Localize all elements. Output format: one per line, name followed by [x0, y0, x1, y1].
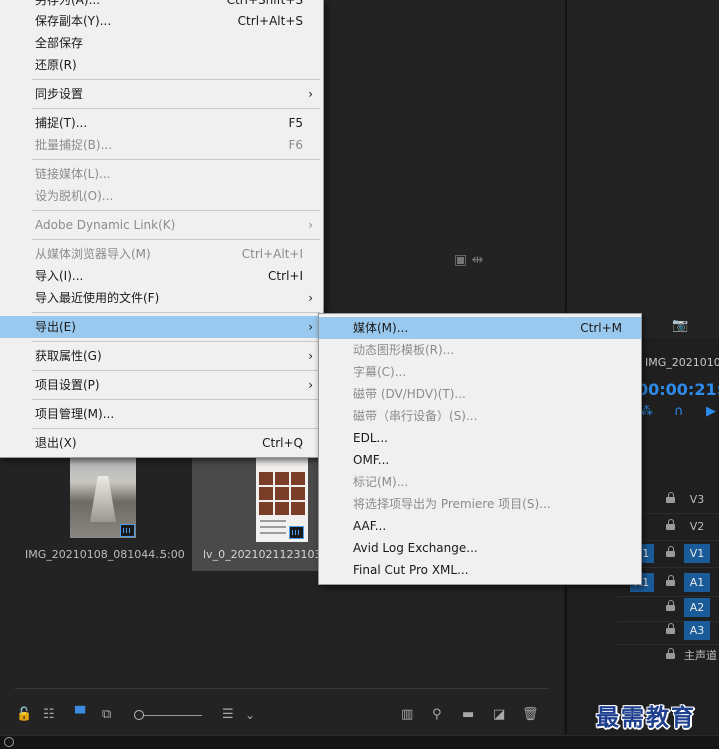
menu-item-export-avid-log[interactable]: Avid Log Exchange...	[319, 537, 641, 559]
chevron-right-icon: ›	[308, 291, 313, 305]
trash-icon[interactable]: 🗑	[522, 704, 539, 726]
zoom-slider-handle[interactable]	[134, 710, 144, 720]
menu-item-exit[interactable]: 退出(X) Ctrl+Q	[0, 432, 323, 454]
source-monitor-tools[interactable]: ▣ ⇹	[454, 252, 483, 268]
chevron-right-icon: ›	[308, 378, 313, 392]
list-view-icon[interactable]: ☷	[43, 704, 55, 726]
lock-icon[interactable]	[666, 519, 676, 531]
lock-icon[interactable]	[666, 648, 676, 660]
track-row: A3	[618, 617, 719, 645]
menu-item-project-manager[interactable]: 项目管理(M)...	[0, 403, 323, 425]
video-clip-icon	[120, 524, 135, 537]
panel-divider	[15, 688, 549, 689]
icon-view-icon[interactable]: ▀	[75, 704, 85, 726]
menu-item-save-copy[interactable]: 保存副本(Y)... Ctrl+Alt+S	[0, 10, 323, 32]
sequence-title: IMG_20210108	[645, 356, 719, 369]
program-monitor-video-area	[567, 0, 719, 338]
menu-item-export-edl[interactable]: EDL...	[319, 427, 641, 449]
new-item-icon[interactable]: ◪	[493, 704, 505, 726]
search-icon[interactable]: ⚲	[432, 704, 442, 726]
export-frame-camera-icon[interactable]: 📷	[672, 318, 688, 333]
menu-item-import-recent[interactable]: 导入最近使用的文件(F) ›	[0, 287, 323, 309]
menu-item-make-offline[interactable]: 设为脱机(O)...	[0, 185, 323, 207]
chevron-right-icon: ›	[308, 349, 313, 363]
track-name[interactable]: A1	[684, 573, 710, 592]
menu-item-dynamic-link[interactable]: Adobe Dynamic Link(K) ›	[0, 214, 323, 236]
menu-separator	[32, 370, 320, 371]
menu-item-get-properties[interactable]: 获取属性(G) ›	[0, 345, 323, 367]
track-name[interactable]: A3	[684, 621, 710, 640]
menu-separator	[32, 239, 320, 240]
menu-item-export-media[interactable]: 媒体(M)... Ctrl+M	[319, 317, 641, 339]
sort-icon[interactable]: ☰	[222, 704, 234, 726]
menu-item-import[interactable]: 导入(I)... Ctrl+I	[0, 265, 323, 287]
master-track-name[interactable]: 主声道	[684, 646, 719, 665]
playhead-timecode[interactable]: 00:00:21:05	[637, 380, 719, 399]
lock-icon[interactable]	[666, 623, 676, 635]
chevron-right-icon: ›	[308, 320, 313, 334]
file-menu: 另存为(A)... Ctrl+Shift+S 保存副本(Y)... Ctrl+A…	[0, 0, 324, 458]
freeform-view-icon[interactable]: ⧉	[102, 704, 111, 726]
menu-item-export-tape-serial[interactable]: 磁带（串行设备）(S)...	[319, 405, 641, 427]
menu-item-export-omf[interactable]: OMF...	[319, 449, 641, 471]
track-name[interactable]: V3	[684, 490, 710, 509]
track-name[interactable]: V2	[684, 517, 710, 536]
menu-item-sync-settings[interactable]: 同步设置 ›	[0, 83, 323, 105]
track-name[interactable]: A2	[684, 598, 710, 617]
menu-item-export-tape-dv[interactable]: 磁带 (DV/HDV)(T)...	[319, 383, 641, 405]
menu-item-export-aaf[interactable]: AAF...	[319, 515, 641, 537]
track-name[interactable]: V1	[684, 544, 710, 563]
menu-item-export[interactable]: 导出(E) ›	[0, 316, 323, 338]
menu-separator	[32, 312, 320, 313]
clip-name: IMG_20210108_081044...	[25, 548, 166, 561]
menu-item-batch-capture[interactable]: 批量捕捉(B)... F6	[0, 134, 323, 156]
menu-item-project-settings[interactable]: 项目设置(P) ›	[0, 374, 323, 396]
menu-item-export-selection-as-project[interactable]: 将选择项导出为 Premiere 项目(S)...	[319, 493, 641, 515]
lock-icon[interactable]	[666, 575, 676, 587]
marker-icon[interactable]: ▶	[706, 404, 716, 419]
chevron-right-icon: ›	[308, 218, 313, 232]
menu-item-capture[interactable]: 捕捉(T)... F5	[0, 112, 323, 134]
zoom-slider-track[interactable]	[140, 715, 202, 716]
menu-item-save-all[interactable]: 全部保存	[0, 32, 323, 54]
export-submenu: 媒体(M)... Ctrl+M 动态图形模板(R)... 字幕(C)... 磁带…	[318, 313, 642, 585]
menu-item-link-media[interactable]: 链接媒体(L)...	[0, 163, 323, 185]
menu-separator	[32, 159, 320, 160]
menu-separator	[32, 399, 320, 400]
clip-duration: 5:00	[160, 548, 185, 561]
chevron-right-icon: ›	[308, 87, 313, 101]
lock-icon[interactable]	[666, 492, 676, 504]
video-clip-icon	[289, 526, 304, 539]
menu-item-revert[interactable]: 还原(R)	[0, 54, 323, 76]
lock-icon[interactable]: 🔓	[16, 704, 32, 726]
menu-separator	[32, 428, 320, 429]
menu-separator	[32, 341, 320, 342]
menu-separator	[32, 79, 320, 80]
track-row: 主声道	[618, 642, 719, 669]
menu-item-export-captions[interactable]: 字幕(C)...	[319, 361, 641, 383]
status-icon	[4, 737, 14, 747]
watermark-logo: 最需教育	[596, 704, 696, 731]
menu-item-export-fcp-xml[interactable]: Final Cut Pro XML...	[319, 559, 641, 581]
menu-item-import-from-browser[interactable]: 从媒体浏览器导入(M) Ctrl+Alt+I	[0, 243, 323, 265]
status-bar	[0, 735, 719, 749]
magnet-icon[interactable]: ∩	[674, 404, 684, 419]
menu-separator	[32, 210, 320, 211]
menu-item-export-motion-graphics-template[interactable]: 动态图形模板(R)...	[319, 339, 641, 361]
menu-separator	[32, 108, 320, 109]
menu-item-export-markers[interactable]: 标记(M)...	[319, 471, 641, 493]
chevron-down-icon[interactable]: ⌄	[245, 704, 255, 726]
lock-icon[interactable]	[666, 546, 676, 558]
automate-sequence-icon[interactable]: ▥	[401, 704, 413, 726]
new-bin-icon[interactable]: ▬	[462, 704, 474, 726]
lock-icon[interactable]	[666, 600, 676, 612]
project-toolbar: 🔓 ☷ ▀ ⧉ ☰ ⌄ ▥ ⚲ ▬ ◪ 🗑	[0, 704, 563, 728]
